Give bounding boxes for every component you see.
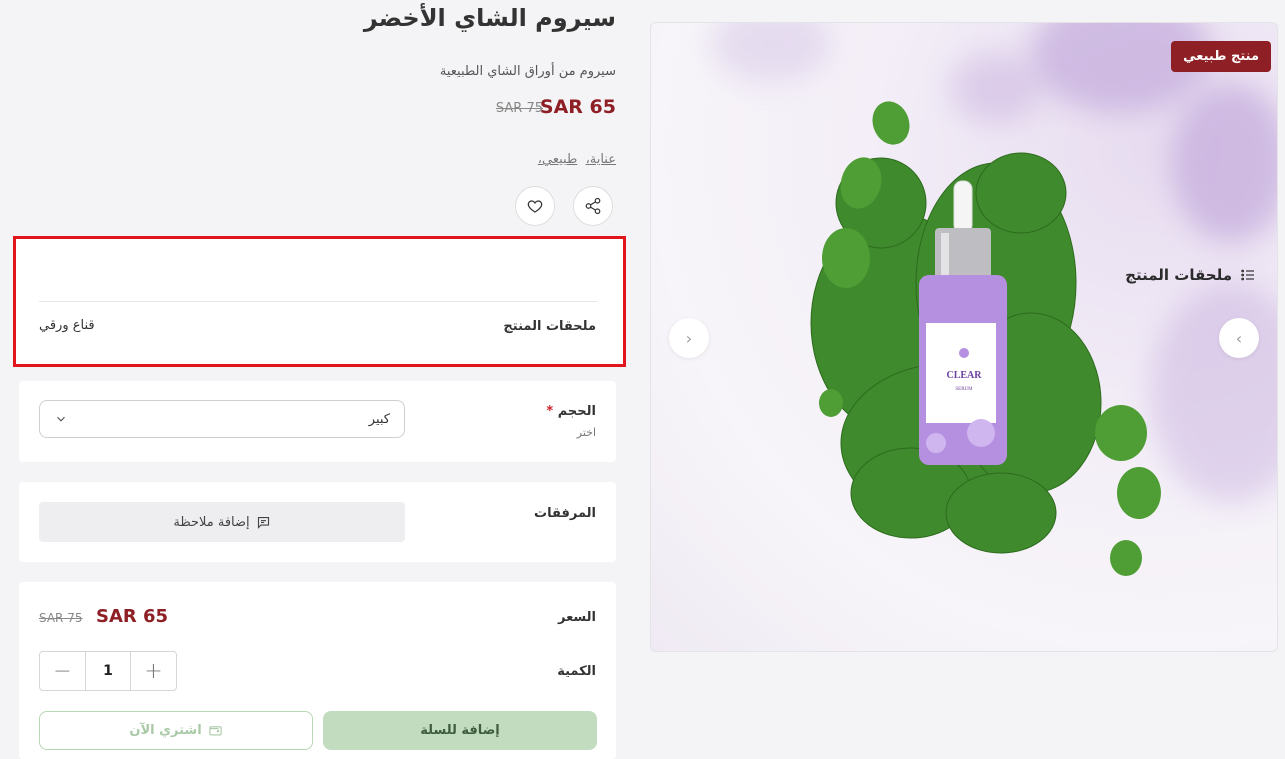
natural-badge: منتج طبيعي	[1171, 41, 1271, 72]
chevron-right-icon: ›	[1235, 328, 1243, 348]
tag-link[interactable]: طبيعي،	[538, 152, 578, 167]
product-gallery: CLEAR SERUM منتج طبيعي ‹ ›	[650, 22, 1278, 652]
bottle-brand: CLEAR	[946, 370, 982, 381]
chevron-left-icon: ‹	[685, 328, 693, 348]
add-note-button[interactable]: إضافة ملاحظة	[39, 502, 405, 542]
divider	[39, 301, 597, 302]
tag-link[interactable]: عناية،	[586, 152, 616, 167]
wishlist-button[interactable]	[515, 186, 555, 226]
product-price: SAR 65	[539, 96, 616, 118]
add-note-label: إضافة ملاحظة	[173, 514, 250, 530]
size-label: الحجم *	[546, 404, 596, 419]
decrease-quantity-button[interactable]: −	[40, 652, 85, 690]
bottle-sub: SERUM	[955, 387, 973, 392]
size-select[interactable]: كبير	[39, 400, 405, 438]
size-select-value: كبير	[368, 411, 390, 427]
quantity-value[interactable]: 1	[85, 652, 131, 690]
addons-row-value: قناع ورقي	[39, 318, 95, 333]
share-icon	[585, 197, 601, 215]
product-addons-heading: ملحقات المنتج	[1125, 266, 1256, 284]
add-to-cart-button[interactable]: إضافة للسلة	[323, 711, 597, 750]
plus-icon: +	[144, 658, 163, 684]
chevron-down-icon	[57, 416, 65, 422]
quantity-label: الكمية	[557, 664, 596, 679]
wallet-icon	[208, 726, 222, 736]
quantity-stepper[interactable]: − 1 +	[39, 651, 177, 691]
product-subtitle: سيروم من أوراق الشاي الطبيعية	[439, 64, 616, 79]
addons-heading-text: ملحقات المنتج	[1125, 266, 1232, 284]
product-tags: عناية، طبيعي،	[538, 152, 616, 167]
required-mark: *	[546, 404, 554, 419]
minus-icon: −	[53, 658, 72, 684]
summary-old-price: SAR 75	[39, 611, 83, 625]
share-button[interactable]	[573, 186, 613, 226]
increase-quantity-button[interactable]: +	[131, 652, 176, 690]
summary-price: SAR 65	[96, 606, 169, 627]
price-label: السعر	[558, 610, 596, 625]
gallery-next-button[interactable]: ›	[1219, 318, 1259, 358]
gallery-prev-button[interactable]: ‹	[669, 318, 709, 358]
list-icon	[1241, 269, 1254, 281]
buy-now-button[interactable]: اشتري الآن	[39, 711, 313, 750]
buy-now-label: اشتري الآن	[129, 723, 202, 738]
addons-row-label: ملحقات المنتج	[503, 319, 596, 334]
heart-icon	[527, 200, 543, 213]
size-hint: اختر	[576, 426, 596, 439]
product-old-price: SAR 75	[495, 101, 543, 116]
attachments-label: المرفقات	[534, 506, 596, 521]
product-title: سيروم الشاي الأخضر	[363, 4, 616, 32]
product-image[interactable]: CLEAR SERUM	[651, 23, 1278, 652]
comment-icon	[257, 516, 269, 529]
